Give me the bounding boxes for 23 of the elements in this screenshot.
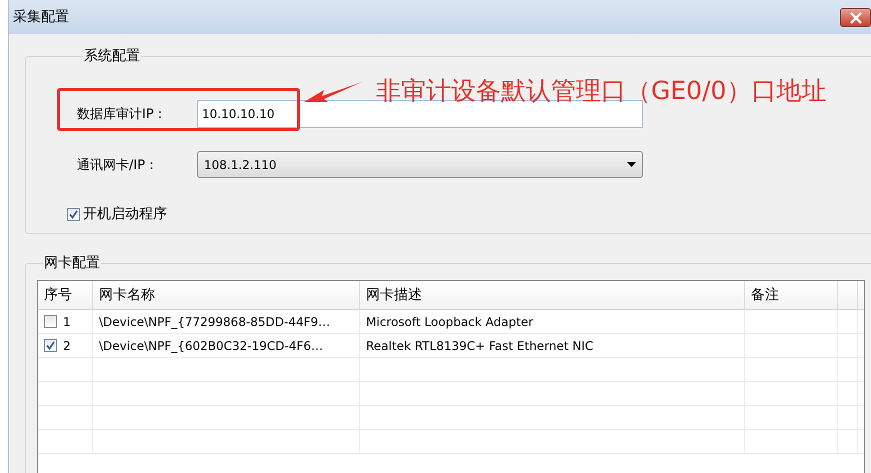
column-header[interactable]: 备注 <box>745 281 838 309</box>
group-title: 网卡配置 <box>43 254 101 272</box>
field-label: 通讯网卡/IP： <box>77 156 160 174</box>
row-checkbox[interactable] <box>44 315 57 328</box>
table-cell: \Device\NPF_{602B0C32-19CD-4F6… <box>99 338 324 352</box>
checkbox[interactable] <box>67 208 80 220</box>
row-checkbox[interactable] <box>44 339 57 352</box>
table-cell: Microsoft Loopback Adapter <box>366 314 534 328</box>
column-header[interactable]: 网卡描述 <box>360 281 745 309</box>
table-cell: Realtek RTL8139C+ Fast Ethernet NIC <box>366 338 594 352</box>
column-header[interactable]: 序号 <box>38 281 93 309</box>
close-icon <box>848 12 862 24</box>
field-label: 数据库审计IP： <box>77 106 168 123</box>
column-header[interactable]: 网卡名称 <box>93 281 360 309</box>
checkbox-label: 开机启动程序 <box>83 205 167 223</box>
nic-dropdown[interactable]: 108.1.2.110 <box>197 151 643 178</box>
table-cell: 2 <box>63 338 71 352</box>
window-title: 采集配置 <box>13 8 69 26</box>
table-cell: \Device\NPF_{77299868-85DD-44F9… <box>99 314 330 328</box>
close-button[interactable] <box>840 8 871 27</box>
dropdown-arrow-icon <box>627 162 636 167</box>
table-cell: 1 <box>63 314 71 328</box>
group-title: 系统配置 <box>83 47 141 65</box>
